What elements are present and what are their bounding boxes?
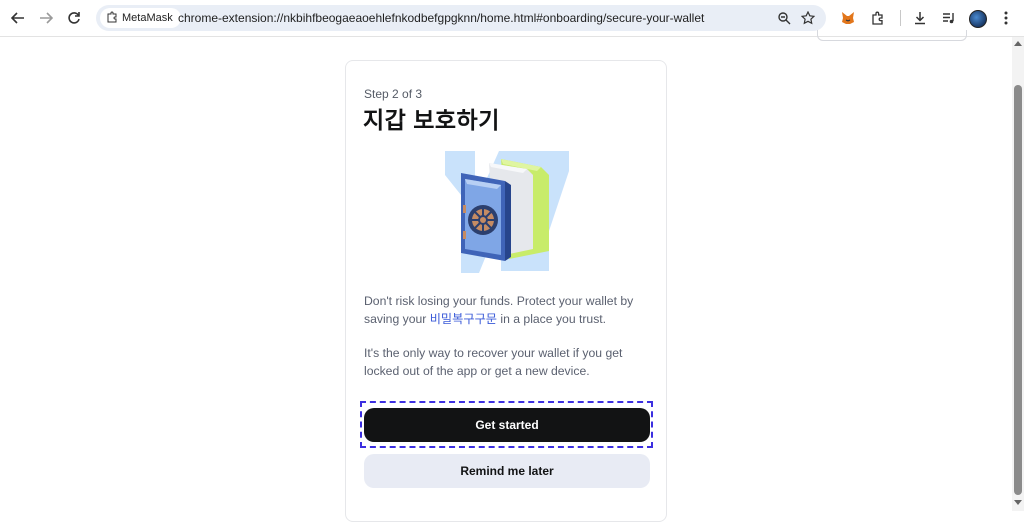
step-indicator: Step 2 of 3: [364, 87, 423, 101]
site-info-chip[interactable]: MetaMask: [100, 8, 181, 28]
extensions-icon[interactable]: [866, 6, 890, 30]
toolbar-separator: [900, 10, 901, 26]
scrollbar-thumb[interactable]: [1014, 85, 1022, 495]
back-arrow-icon[interactable]: [6, 6, 30, 30]
metamask-fox-icon[interactable]: [836, 6, 860, 30]
download-icon[interactable]: [908, 6, 932, 30]
intro-paragraph: Don't risk losing your funds. Protect yo…: [364, 293, 654, 328]
remind-me-later-button[interactable]: Remind me later: [364, 454, 650, 488]
address-bar[interactable]: MetaMask chrome-extension://nkbihfbeogae…: [96, 5, 826, 31]
safe-vault-illustration: [445, 151, 569, 273]
scroll-down-arrow-icon[interactable]: [1014, 500, 1022, 505]
secret-recovery-phrase-link[interactable]: 비밀복구구문: [430, 312, 497, 326]
recovery-explanation: It's the only way to recover your wallet…: [364, 346, 623, 378]
intro-text-end: in a place you trust.: [497, 311, 607, 326]
reload-icon[interactable]: [62, 6, 86, 30]
profile-avatar[interactable]: [969, 10, 987, 28]
media-control-icon[interactable]: [937, 6, 961, 30]
extension-puzzle-icon: [106, 11, 118, 26]
url-text[interactable]: chrome-extension://nkbihfbeogaeaoehlefnk…: [178, 5, 704, 31]
bookmark-star-icon[interactable]: [796, 6, 820, 30]
onboarding-card: Step 2 of 3 지갑 보호하기 Don't risk losing yo…: [345, 60, 667, 522]
scroll-up-arrow-icon[interactable]: [1014, 41, 1022, 46]
page-title: 지갑 보호하기: [363, 107, 500, 133]
partially-hidden-button[interactable]: [817, 30, 967, 41]
site-chip-label: MetaMask: [122, 12, 173, 24]
zoom-icon[interactable]: [772, 6, 796, 30]
focus-highlight: [360, 401, 653, 448]
page-scrollbar[interactable]: [1012, 37, 1024, 511]
more-menu-icon[interactable]: [994, 6, 1018, 30]
forward-arrow-icon[interactable]: [34, 6, 58, 30]
